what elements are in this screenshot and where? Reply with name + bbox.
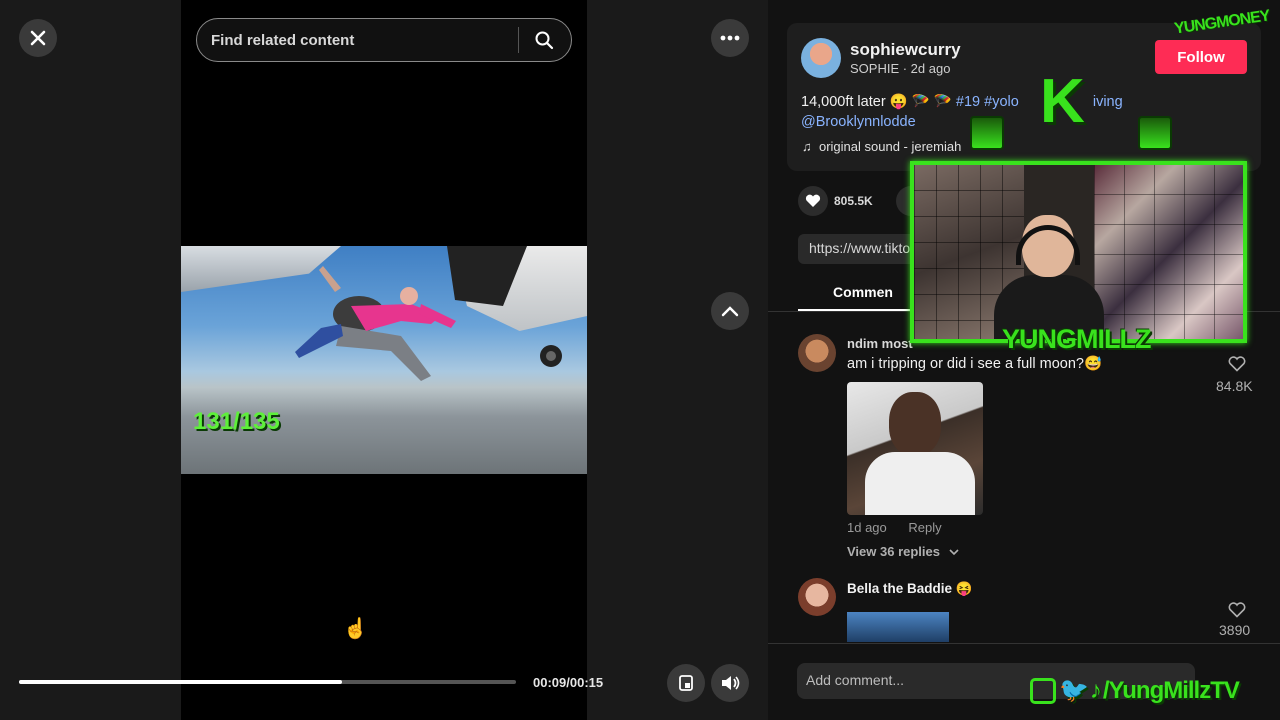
more-icon [720,35,740,41]
volume-button[interactable] [711,664,749,702]
comment-image-shirt [865,452,975,515]
comment-avatar[interactable] [798,578,836,616]
avatar[interactable] [801,38,841,78]
search-divider [518,27,519,53]
speaker-icon [722,676,740,690]
gift-icon [970,116,1004,150]
comment-image-face [889,392,941,456]
sound-name: original sound - jeremiah [818,139,962,154]
tab-active-indicator [798,309,928,311]
webcam-posters [1094,165,1243,339]
tiktok-icon: ♪ [1089,676,1102,704]
music-note-icon: ♫ [802,139,812,154]
search-placeholder: Find related content [211,31,355,49]
cursor-hand-icon: ☝ [343,618,368,640]
heart-icon [798,186,828,216]
view-replies-button[interactable]: View 36 replies [847,544,960,559]
comment-avatar[interactable] [798,334,836,372]
comment-like-count: 3890 [1219,622,1251,638]
heart-outline-icon [1228,602,1246,618]
social-handle: /YungMillzTV [1102,676,1240,704]
comment-text: am i tripping or did i see a full moon?😅 [847,356,1103,372]
comment-like-count: 84.8K [1216,378,1253,394]
video-progress-bar[interactable] [19,680,516,684]
comment-meta: 1d ago Reply [847,520,942,535]
close-button[interactable] [19,19,57,57]
search-icon[interactable] [531,27,557,53]
comment-author[interactable]: ndim most [847,336,913,351]
search-input[interactable]: Find related content [196,18,572,62]
caption-hashtags[interactable]: #19 #yolo [956,94,1019,110]
twitch-icon [1030,677,1056,704]
comment-author[interactable]: Bella the Baddie 😝 [847,581,973,597]
gift-icon [1138,116,1172,150]
sound-link[interactable]: ♫ original sound - jeremiah [802,139,961,154]
video-progress-fill [19,680,343,684]
author-username[interactable]: sophiewcurry [850,40,961,60]
previous-video-button[interactable] [711,292,749,330]
skydivers-image [295,266,456,381]
tab-comments[interactable]: Commen [798,284,928,300]
follow-button[interactable]: Follow [1155,40,1247,74]
streamer-name: YUNGMILLZ [1002,324,1151,354]
video-frame[interactable] [181,246,587,474]
close-icon [30,30,46,46]
caption-mention[interactable]: @Brooklynnlodde [801,114,916,130]
video-time: 00:09/00:15 [533,675,604,690]
overlay-counter: 131/135 [193,408,280,435]
chevron-down-icon [949,549,959,556]
comment-like-button[interactable] [1228,602,1246,623]
like-button[interactable]: 805.5K [798,186,873,216]
stream-letter-logo: K [1040,67,1085,136]
caption-hashtag-tail[interactable]: iving [1093,94,1123,110]
heart-outline-icon [1228,356,1246,372]
caption-text: 14,000ft later 😛 🪂 🪂 [801,94,952,110]
picture-in-picture-icon [679,675,693,691]
view-replies-label: View 36 replies [847,544,940,559]
twitter-icon: 🐦 [1059,677,1089,704]
chevron-up-icon [721,306,739,317]
webcam-overlay [910,161,1247,343]
mini-player-button[interactable] [667,664,705,702]
comment-input-divider [768,643,1280,644]
plane-wheel [540,345,562,367]
comment-like-button[interactable] [1228,356,1246,377]
comment-image[interactable] [847,612,949,642]
more-options-button[interactable] [711,19,749,57]
comment-age: 1d ago [847,520,887,535]
streamer-socials: 🐦 ♪ /YungMillzTV [1030,676,1240,705]
author-subtitle: SOPHIE · 2d ago [850,61,951,76]
like-count: 805.5K [834,194,873,208]
comment-image[interactable] [847,382,983,515]
comment-reply-button[interactable]: Reply [908,520,941,535]
